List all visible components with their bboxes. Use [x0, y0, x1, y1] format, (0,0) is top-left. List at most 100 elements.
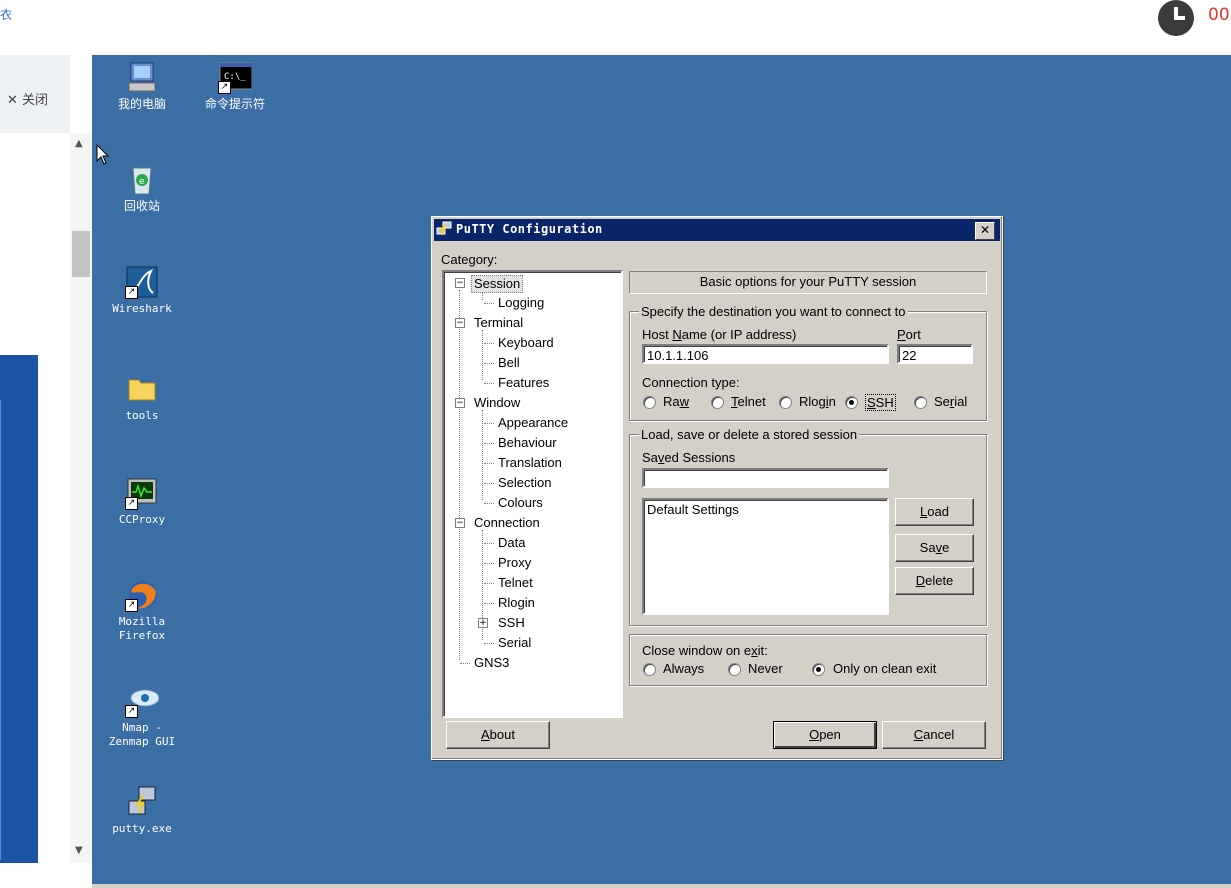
- radio-always[interactable]: [643, 663, 656, 676]
- close-button[interactable]: ✕ 关闭: [7, 89, 48, 108]
- tree-item-telnet[interactable]: Telnet: [498, 575, 533, 591]
- desktop-icon-zenmap[interactable]: ↗ Nmap - Zenmap GUI: [97, 684, 187, 749]
- sessions-list[interactable]: Default Settings: [642, 498, 889, 615]
- radio-rlogin[interactable]: [779, 396, 792, 409]
- tree-item-terminal[interactable]: Terminal: [474, 315, 523, 331]
- desktop-icon-recycle-bin[interactable]: e 回收站: [97, 162, 187, 213]
- delete-button[interactable]: Delete: [895, 567, 974, 595]
- radio-serial-label: Serial: [934, 394, 968, 409]
- recycle-bin-icon: e: [125, 162, 159, 196]
- destination-group-title: Specify the destination you want to conn…: [639, 304, 908, 319]
- tree-item-bell[interactable]: Bell: [498, 355, 520, 371]
- desktop-icon-label: putty.exe: [112, 822, 172, 835]
- radio-never-label: Never: [748, 661, 783, 676]
- tree-item-ssh[interactable]: SSH: [498, 615, 525, 631]
- saved-sessions-input[interactable]: [642, 468, 889, 488]
- desktop-icon-firefox[interactable]: ↗ Mozilla Firefox: [97, 578, 187, 643]
- putty-icon: [125, 785, 159, 819]
- open-button[interactable]: Open: [773, 721, 877, 749]
- desktop-icon-cmd[interactable]: C:\_ ↗ 命令提示符: [190, 60, 280, 111]
- tree-item-connection[interactable]: Connection: [474, 515, 540, 531]
- putty-config-window: PuTTY Configuration ✕ Category: − Sessio…: [431, 216, 1003, 760]
- desktop-icon-wireshark[interactable]: ↗ Wireshark: [97, 265, 187, 316]
- mouse-cursor-icon: [96, 143, 110, 170]
- category-tree[interactable]: − Session Logging − Terminal Keyboard Be…: [442, 270, 623, 718]
- wireshark-icon: ↗: [125, 265, 159, 299]
- ccproxy-icon: ↗: [125, 476, 159, 510]
- expand-toggle[interactable]: +: [478, 618, 488, 628]
- radio-never[interactable]: [728, 663, 741, 676]
- collapse-toggle[interactable]: −: [455, 518, 465, 528]
- saved-sessions-label: Saved Sessions: [642, 450, 736, 465]
- tree-item-translation[interactable]: Translation: [498, 455, 562, 471]
- close-on-exit-group: [629, 634, 987, 686]
- category-label: Category:: [441, 252, 498, 267]
- zenmap-icon: ↗: [125, 684, 160, 718]
- sessions-group-title: Load, save or delete a stored session: [639, 427, 860, 442]
- save-button[interactable]: Save: [895, 534, 974, 562]
- about-button[interactable]: About: [446, 721, 550, 749]
- tree-item-logging[interactable]: Logging: [498, 295, 544, 311]
- tree-item-serial[interactable]: Serial: [498, 635, 531, 651]
- side-blue-panel: [0, 355, 38, 863]
- collapse-toggle[interactable]: −: [455, 278, 465, 288]
- svg-text:e: e: [139, 177, 145, 187]
- collapse-toggle[interactable]: −: [455, 398, 465, 408]
- radio-raw[interactable]: [643, 396, 656, 409]
- tree-item-data[interactable]: Data: [498, 535, 525, 551]
- desktop-icon-label: tools: [125, 409, 159, 422]
- timer-text: 00: [1208, 5, 1230, 25]
- scroll-thumb[interactable]: [72, 231, 90, 277]
- host-name-input[interactable]: 10.1.1.106: [642, 344, 889, 364]
- close-icon[interactable]: ✕: [975, 222, 995, 240]
- desktop-icon-my-computer[interactable]: 我的电脑: [97, 60, 187, 111]
- tree-item-rlogin[interactable]: Rlogin: [498, 595, 535, 611]
- load-button[interactable]: Load: [895, 498, 974, 526]
- desktop-icon-label: Wireshark: [112, 302, 172, 315]
- tree-item-keyboard[interactable]: Keyboard: [498, 335, 554, 351]
- close-on-exit-label: Close window on exit:: [642, 643, 768, 658]
- desktop-icon-tools[interactable]: tools: [97, 372, 187, 423]
- window-title: PuTTY Configuration: [456, 222, 603, 236]
- tree-item-session[interactable]: Session: [471, 275, 524, 293]
- list-item[interactable]: Default Settings: [647, 502, 739, 517]
- my-computer-icon: [125, 60, 159, 94]
- desktop-icon-label: 命令提示符: [204, 97, 265, 111]
- scroll-down-icon[interactable]: ▼: [75, 845, 83, 856]
- radio-only-clean-exit[interactable]: [812, 663, 825, 676]
- desktop-icon-label: 回收站: [123, 199, 160, 213]
- putty-icon: [436, 221, 452, 236]
- desktop-icon-label: 我的电脑: [117, 97, 166, 111]
- clock-icon: [1158, 0, 1194, 36]
- radio-telnet-label: Telnet: [731, 394, 766, 409]
- tree-item-window[interactable]: Window: [474, 395, 520, 411]
- panel-header: Basic options for your PuTTY session: [629, 271, 987, 294]
- tree-item-selection[interactable]: Selection: [498, 475, 551, 491]
- command-prompt-icon: C:\_ ↗: [218, 60, 253, 94]
- cancel-button[interactable]: Cancel: [882, 721, 986, 749]
- scroll-up-icon[interactable]: ▲: [75, 138, 83, 149]
- collapse-toggle[interactable]: −: [455, 318, 465, 328]
- port-input[interactable]: 22: [897, 344, 973, 364]
- radio-serial[interactable]: [914, 396, 927, 409]
- tree-item-features[interactable]: Features: [498, 375, 549, 391]
- radio-telnet[interactable]: [711, 396, 724, 409]
- tree-item-behaviour[interactable]: Behaviour: [498, 435, 557, 451]
- desktop-icon-label: CCProxy: [118, 513, 166, 526]
- divider: [0, 400, 1, 860]
- tree-item-proxy[interactable]: Proxy: [498, 555, 531, 571]
- desktop-icon-ccproxy[interactable]: ↗ CCProxy: [97, 476, 187, 527]
- radio-ssh-label: SSH: [865, 394, 896, 411]
- tree-item-colours[interactable]: Colours: [498, 495, 543, 511]
- tree-item-appearance[interactable]: Appearance: [498, 415, 568, 431]
- firefox-icon: ↗: [125, 578, 159, 612]
- port-label: Port: [897, 327, 921, 342]
- radio-raw-label: Raw: [663, 394, 690, 409]
- top-bar: [0, 0, 1231, 55]
- tree-item-gns3[interactable]: GNS3: [474, 655, 509, 671]
- desktop-icon-putty[interactable]: putty.exe: [97, 785, 187, 836]
- desktop-icon-label: Nmap - Zenmap GUI: [108, 721, 176, 748]
- radio-always-label: Always: [663, 661, 705, 676]
- top-left-link[interactable]: 衣: [0, 6, 12, 23]
- radio-ssh[interactable]: [845, 396, 858, 409]
